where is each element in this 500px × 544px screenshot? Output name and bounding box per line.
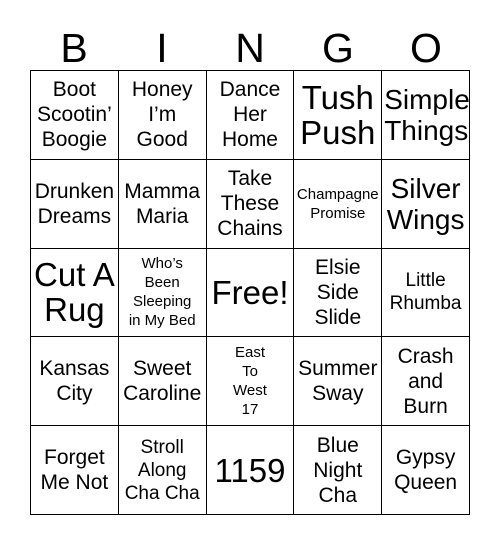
bingo-cell-r3c2[interactable]: Who’s Been Sleeping in My Bed <box>118 248 207 338</box>
bingo-header-letter-g: G <box>322 25 354 71</box>
bingo-cell-label: Kansas City <box>39 357 110 406</box>
bingo-cell-label: East To West 17 <box>233 344 267 419</box>
bingo-cell-r2c5[interactable]: Silver Wings <box>382 159 470 249</box>
bingo-cell-label: Honey I’m Good <box>131 78 193 152</box>
bingo-cell-r1c1[interactable]: Boot Scootin’ Boogie <box>31 71 119 160</box>
bingo-cell-r3c1[interactable]: Cut A Rug <box>31 248 119 338</box>
bingo-cell-label: Summer Sway <box>298 357 378 406</box>
bingo-cell-label: Forget Me Not <box>40 446 109 495</box>
bingo-cell-label: Simple Things <box>384 83 470 146</box>
bingo-cell-r5c5[interactable]: Gypsy Queen <box>382 426 470 515</box>
bingo-header-letter-i: I <box>156 25 168 71</box>
bingo-grid: Boot Scootin’ Boogie Honey I’m Good Danc… <box>30 70 470 515</box>
bingo-cell-label: Take These Chains <box>217 167 283 241</box>
bingo-cell-r3c4[interactable]: Elsie Side Slide <box>294 248 383 338</box>
bingo-cell-label: Tush Push <box>300 78 376 151</box>
bingo-cell-r1c4[interactable]: Tush Push <box>294 71 383 160</box>
bingo-cell-label: Who’s Been Sleeping in My Bed <box>128 255 196 330</box>
bingo-cell-label: Crash and Burn <box>397 344 454 418</box>
bingo-cell-label: Cut A Rug <box>34 256 115 329</box>
bingo-cell-r2c1[interactable]: Drunken Dreams <box>31 159 119 249</box>
bingo-cell-label: Blue Night Cha <box>313 433 363 507</box>
bingo-cell-r1c2[interactable]: Honey I’m Good <box>118 71 207 160</box>
bingo-cell-r1c5[interactable]: Simple Things <box>382 71 470 160</box>
bingo-header-letter-n: N <box>235 25 265 71</box>
bingo-cell-label: Sweet Caroline <box>123 357 202 406</box>
bingo-cell-label: Mamma Maria <box>124 179 201 228</box>
bingo-cell-label: Boot Scootin’ Boogie <box>37 78 112 152</box>
bingo-cell-label: Elsie Side Slide <box>314 255 362 329</box>
bingo-cell-r5c2[interactable]: Stroll Along Cha Cha <box>118 426 207 515</box>
bingo-cell-r3c5[interactable]: Little Rhumba <box>382 248 470 338</box>
bingo-free-space-label: Free! <box>211 273 289 311</box>
bingo-card: B I N G O Boot Scootin’ Boogie Honey I’m… <box>0 0 500 544</box>
bingo-cell-label: 1159 <box>214 451 286 489</box>
bingo-cell-r4c2[interactable]: Sweet Caroline <box>118 337 207 427</box>
bingo-header-letter-o: O <box>410 25 442 71</box>
bingo-cell-r5c3[interactable]: 1159 <box>206 426 295 515</box>
bingo-cell-r2c3[interactable]: Take These Chains <box>206 159 295 249</box>
bingo-cell-label: Dance Her Home <box>219 78 281 152</box>
bingo-cell-r2c4[interactable]: Champagne Promise <box>294 159 383 249</box>
bingo-cell-label: Silver Wings <box>386 172 465 235</box>
bingo-cell-label: Gypsy Queen <box>394 446 458 495</box>
bingo-cell-r4c1[interactable]: Kansas City <box>31 337 119 427</box>
bingo-cell-free-space[interactable]: Free! <box>206 248 295 338</box>
bingo-cell-r5c1[interactable]: Forget Me Not <box>31 426 119 515</box>
bingo-cell-r4c5[interactable]: Crash and Burn <box>382 337 470 427</box>
bingo-cell-label: Champagne Promise <box>296 185 379 222</box>
bingo-cell-r4c4[interactable]: Summer Sway <box>294 337 383 427</box>
bingo-header-letter-b: B <box>60 25 88 71</box>
bingo-header-row: B I N G O <box>30 18 470 70</box>
bingo-cell-label: Stroll Along Cha Cha <box>124 436 200 504</box>
bingo-cell-label: Little Rhumba <box>389 270 462 315</box>
bingo-cell-r5c4[interactable]: Blue Night Cha <box>294 426 383 515</box>
bingo-cell-label: Drunken Dreams <box>34 179 115 228</box>
bingo-cell-r4c3[interactable]: East To West 17 <box>206 337 295 427</box>
bingo-cell-r2c2[interactable]: Mamma Maria <box>118 159 207 249</box>
bingo-cell-r1c3[interactable]: Dance Her Home <box>206 71 295 160</box>
